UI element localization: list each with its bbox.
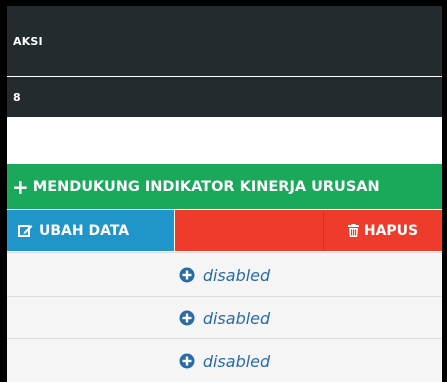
edit-icon xyxy=(18,224,33,238)
plus-circle-icon xyxy=(179,267,195,283)
hapus-button[interactable]: HAPUS xyxy=(323,210,442,251)
status-row[interactable]: disabled xyxy=(7,338,442,382)
status-row[interactable]: disabled xyxy=(7,252,442,296)
ubah-data-button[interactable]: UBAH DATA xyxy=(7,210,174,251)
trash-icon xyxy=(347,224,359,237)
status-text[interactable]: disabled xyxy=(203,351,270,371)
hapus-label: HAPUS xyxy=(363,222,419,239)
column-header-label: AKSI xyxy=(13,34,43,48)
column-header: AKSI xyxy=(7,6,442,76)
mendukung-indikator-label: MENDUKUNG INDIKATOR KINERJA URUSAN xyxy=(32,178,380,195)
plus-circle-icon xyxy=(179,353,195,369)
ubah-data-label: UBAH DATA xyxy=(39,222,130,239)
status-text[interactable]: disabled xyxy=(203,308,270,328)
status-text[interactable]: disabled xyxy=(203,265,270,285)
plus-circle-icon xyxy=(179,310,195,326)
mendukung-indikator-button[interactable]: + MENDUKUNG INDIKATOR KINERJA URUSAN xyxy=(7,164,442,209)
empty-cell xyxy=(7,117,442,164)
row-number-header: 8 xyxy=(7,77,442,117)
status-row[interactable]: disabled xyxy=(7,296,442,338)
row-number-label: 8 xyxy=(13,90,21,104)
plus-icon: + xyxy=(12,174,29,199)
